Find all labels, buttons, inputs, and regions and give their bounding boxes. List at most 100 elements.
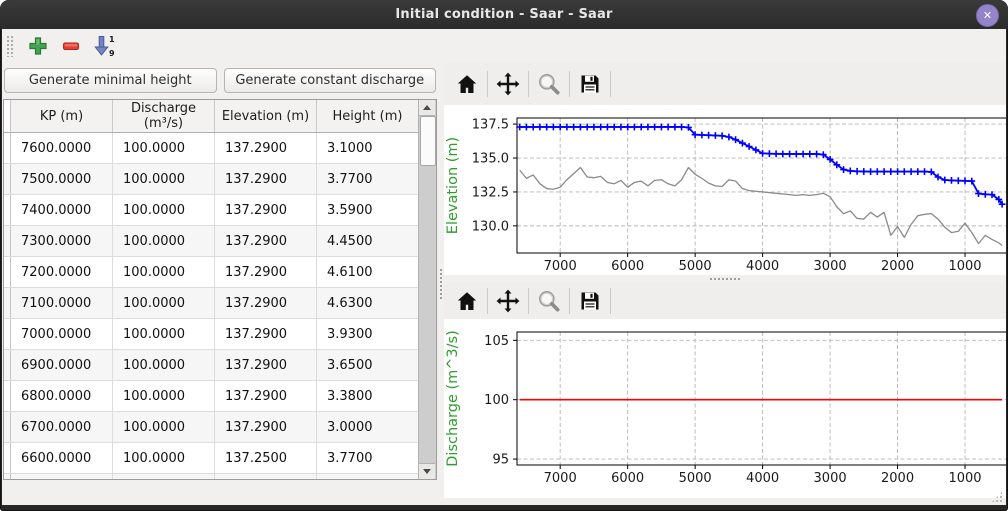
y-tick-label: 95 xyxy=(492,453,509,468)
table-cell[interactable]: 3.5900 xyxy=(317,474,419,481)
table-cell[interactable]: 137.2900 xyxy=(215,133,317,164)
table-cell[interactable]: 100.0000 xyxy=(113,226,215,257)
table-cell[interactable]: 3.9300 xyxy=(317,319,419,350)
table-cell[interactable]: 137.2900 xyxy=(215,226,317,257)
remove-row-button[interactable] xyxy=(57,32,85,60)
table-cell[interactable]: 100.0000 xyxy=(113,319,215,350)
table-header-row: KP (m)Discharge (m³/s)Elevation (m)Heigh… xyxy=(4,100,419,133)
table-cell[interactable]: 100.0000 xyxy=(113,474,215,481)
plus-icon xyxy=(27,35,49,57)
table-cell[interactable]: 3.6500 xyxy=(317,350,419,381)
table-cell[interactable]: 100.0000 xyxy=(113,381,215,412)
window-content: 1 9 Generate minimal height Generate con… xyxy=(2,29,1006,505)
table-cell[interactable]: 137.2900 xyxy=(215,350,317,381)
table-cell[interactable]: 7000.0000 xyxy=(11,319,113,350)
table-row: 6600.0000100.0000137.25003.7700 xyxy=(4,443,419,474)
table-cell[interactable]: 6700.0000 xyxy=(11,412,113,443)
table-cell[interactable]: 100.0000 xyxy=(113,412,215,443)
table-cell[interactable]: 7100.0000 xyxy=(11,288,113,319)
table-row: 7600.0000100.0000137.29003.1000 xyxy=(4,133,419,164)
table-cell[interactable]: 137.2900 xyxy=(215,288,317,319)
toolbar-drag-handle[interactable] xyxy=(6,35,14,57)
table-cell[interactable]: 100.0000 xyxy=(113,288,215,319)
window-titlebar[interactable]: Initial condition - Saar - Saar ✕ xyxy=(0,0,1008,29)
discharge-plot[interactable]: 700060005000400030002000100095100105Disc… xyxy=(444,319,1006,498)
table-cell[interactable]: 6800.0000 xyxy=(11,381,113,412)
generate-minimal-height-button[interactable]: Generate minimal height xyxy=(4,68,217,93)
table-cell[interactable]: 3.3800 xyxy=(317,381,419,412)
table-cell[interactable]: 3.7700 xyxy=(317,164,419,195)
scroll-up-button[interactable] xyxy=(419,100,435,116)
main-body: Generate minimal height Generate constan… xyxy=(2,63,1006,505)
generate-buttons-row: Generate minimal height Generate constan… xyxy=(4,68,436,93)
y-tick-label: 137.5 xyxy=(472,118,509,133)
table-cell[interactable]: 4.6300 xyxy=(317,288,419,319)
zoom-button[interactable] xyxy=(534,69,564,99)
table-cell[interactable]: 100.0000 xyxy=(113,443,215,474)
table-cell[interactable]: 100.0000 xyxy=(113,164,215,195)
table-cell[interactable]: 7400.0000 xyxy=(11,195,113,226)
y-axis-label: Discharge (m^3/s) xyxy=(445,330,461,467)
pan-button[interactable] xyxy=(493,69,523,99)
table-cell[interactable]: 100.0000 xyxy=(113,195,215,226)
vertical-splitter-handle[interactable] xyxy=(438,63,444,505)
table-cell[interactable]: 137.2500 xyxy=(215,474,317,481)
table-row: 7200.0000100.0000137.29004.6100 xyxy=(4,257,419,288)
scroll-down-button[interactable] xyxy=(419,463,435,479)
table-cell[interactable]: 137.2900 xyxy=(215,381,317,412)
table-cell[interactable]: 137.2900 xyxy=(215,164,317,195)
column-header[interactable]: Height (m) xyxy=(317,100,419,133)
y-tick-label: 105 xyxy=(484,334,509,349)
table-cell[interactable]: 7500.0000 xyxy=(11,164,113,195)
elevation-plot[interactable]: 7000600050004000300020001000130.0132.513… xyxy=(444,105,1006,275)
table-cell[interactable]: 4.4500 xyxy=(317,226,419,257)
table-cell[interactable]: 3.1000 xyxy=(317,133,419,164)
table-cell[interactable]: 3.5900 xyxy=(317,195,419,226)
horizontal-splitter-handle[interactable] xyxy=(444,275,1006,283)
zoom-button[interactable] xyxy=(534,286,564,316)
table-cell[interactable]: 4.6100 xyxy=(317,257,419,288)
window-title: Initial condition - Saar - Saar xyxy=(395,7,612,22)
table-cell[interactable]: 6500.0000 xyxy=(11,474,113,481)
table-cell[interactable]: 3.7700 xyxy=(317,443,419,474)
table-cell[interactable]: 137.2500 xyxy=(215,443,317,474)
save-button[interactable] xyxy=(575,286,605,316)
sort-rows-button[interactable]: 1 9 xyxy=(90,32,118,60)
table-cell[interactable]: 100.0000 xyxy=(113,350,215,381)
column-header[interactable]: Elevation (m) xyxy=(215,100,317,133)
generate-constant-discharge-button[interactable]: Generate constant discharge xyxy=(224,68,437,93)
table-cell[interactable]: 100.0000 xyxy=(113,133,215,164)
table-cell[interactable]: 6600.0000 xyxy=(11,443,113,474)
toolbar-separator xyxy=(610,288,611,314)
table-cell[interactable]: 3.0000 xyxy=(317,412,419,443)
x-tick-label: 7000 xyxy=(544,471,577,486)
table-cell[interactable]: 7600.0000 xyxy=(11,133,113,164)
pan-button[interactable] xyxy=(493,286,523,316)
x-tick-label: 6000 xyxy=(611,259,644,274)
column-header[interactable]: KP (m) xyxy=(11,100,113,133)
table-cell[interactable]: 6900.0000 xyxy=(11,350,113,381)
x-tick-label: 4000 xyxy=(746,471,779,486)
table-row: 6500.0000100.0000137.25003.5900 xyxy=(4,474,419,481)
save-button[interactable] xyxy=(575,69,605,99)
home-button[interactable] xyxy=(452,69,482,99)
table-cell[interactable]: 100.0000 xyxy=(113,257,215,288)
close-button[interactable]: ✕ xyxy=(976,4,999,27)
table-row: 7500.0000100.0000137.29003.7700 xyxy=(4,164,419,195)
home-button[interactable] xyxy=(452,286,482,316)
table-cell[interactable]: 137.2900 xyxy=(215,195,317,226)
table-row: 7000.0000100.0000137.29003.9300 xyxy=(4,319,419,350)
x-tick-label: 3000 xyxy=(814,471,847,486)
toolbar-separator xyxy=(569,71,570,97)
table-cell[interactable]: 7200.0000 xyxy=(11,257,113,288)
scrollbar-thumb[interactable] xyxy=(420,116,436,166)
svg-text:1: 1 xyxy=(109,35,115,44)
table-scrollbar[interactable] xyxy=(418,100,436,479)
table-cell[interactable]: 137.2900 xyxy=(215,257,317,288)
add-row-button[interactable] xyxy=(24,32,52,60)
table-cell[interactable]: 137.2900 xyxy=(215,319,317,350)
column-header[interactable]: Discharge (m³/s) xyxy=(113,100,215,133)
table-cell[interactable]: 137.2900 xyxy=(215,412,317,443)
table-row: 6700.0000100.0000137.29003.0000 xyxy=(4,412,419,443)
table-cell[interactable]: 7300.0000 xyxy=(11,226,113,257)
